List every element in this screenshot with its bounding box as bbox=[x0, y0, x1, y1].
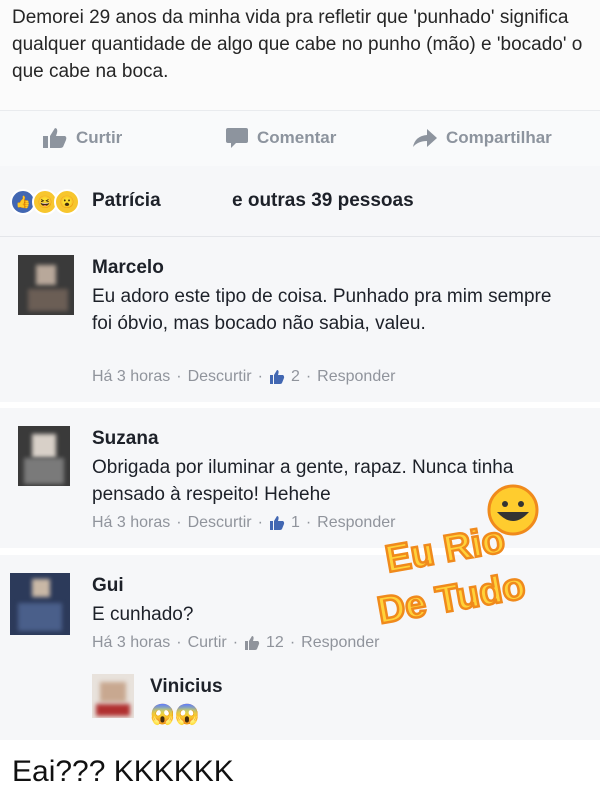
wow-reaction-icon: 😮 bbox=[54, 189, 80, 215]
comment-item: Marcelo Eu adoro este tipo de coisa. Pun… bbox=[0, 237, 600, 402]
reply-link[interactable]: Responder bbox=[317, 368, 395, 386]
reactor-others[interactable]: e outras 39 pessoas bbox=[232, 190, 414, 212]
comment-like-action[interactable]: Descurtir bbox=[188, 368, 252, 386]
comment-like-action[interactable]: Curtir bbox=[188, 634, 227, 652]
share-arrow-icon bbox=[413, 129, 437, 147]
comment-text: Eu adoro este tipo de coisa. Punhado pra… bbox=[92, 286, 552, 334]
post-body: Demorei 29 anos da minha vida pra reflet… bbox=[0, 0, 600, 110]
avatar[interactable] bbox=[10, 573, 70, 635]
reaction-icons: 👍 😆 😮 bbox=[10, 189, 80, 215]
comment-like-action[interactable]: Descurtir bbox=[188, 514, 252, 532]
comment-label: Comentar bbox=[257, 128, 337, 147]
comment-meta: Há 3 horas · Curtir · 12 · Responder bbox=[92, 634, 380, 652]
action-bar: Curtir Comentar Compartilhar bbox=[0, 110, 600, 166]
comment-author[interactable]: Marcelo bbox=[92, 257, 164, 279]
reply-item: Vinicius 😱😱 bbox=[0, 660, 600, 740]
like-label: Curtir bbox=[76, 128, 123, 147]
like-count: 12 bbox=[266, 634, 284, 651]
comment-author[interactable]: Suzana bbox=[92, 428, 159, 450]
eu-rio-de-tudo-logo: Eu Rio De Tudo bbox=[373, 484, 539, 630]
comment-meta: Há 3 horas · Descurtir · 1 · Responder bbox=[92, 514, 396, 532]
like-count: 2 bbox=[290, 368, 300, 385]
reactor-name[interactable]: Patrícia bbox=[92, 190, 161, 212]
comment-time[interactable]: Há 3 horas bbox=[92, 634, 170, 652]
comment-time[interactable]: Há 3 horas bbox=[92, 368, 170, 386]
like-count-icon bbox=[269, 515, 285, 531]
avatar[interactable] bbox=[18, 426, 70, 486]
avatar[interactable] bbox=[18, 255, 74, 315]
reply-author[interactable]: Vinicius bbox=[150, 676, 223, 698]
share-label: Compartilhar bbox=[446, 128, 552, 147]
reactions-summary[interactable]: 👍 😆 😮 Patrícia e outras 39 pessoas bbox=[0, 166, 600, 237]
like-count-icon bbox=[269, 369, 285, 385]
comment-button[interactable]: Comentar bbox=[225, 125, 336, 151]
post-text: Demorei 29 anos da minha vida pra reflet… bbox=[12, 7, 583, 82]
comment-icon bbox=[226, 128, 248, 148]
meme-caption: Eai??? KKKKKK bbox=[12, 755, 234, 788]
comment-time[interactable]: Há 3 horas bbox=[92, 514, 170, 532]
like-count-icon bbox=[244, 635, 260, 651]
like-button[interactable]: Curtir bbox=[42, 125, 122, 151]
like-count: 1 bbox=[290, 514, 300, 531]
reply-text: 😱😱 bbox=[150, 704, 200, 726]
thumbs-up-icon bbox=[43, 128, 67, 148]
comment-author[interactable]: Gui bbox=[92, 575, 124, 597]
avatar[interactable] bbox=[92, 674, 134, 718]
reply-link[interactable]: Responder bbox=[301, 634, 379, 652]
comment-meta: Há 3 horas · Descurtir · 2 · Responder bbox=[92, 368, 396, 386]
share-button[interactable]: Compartilhar bbox=[412, 125, 552, 151]
